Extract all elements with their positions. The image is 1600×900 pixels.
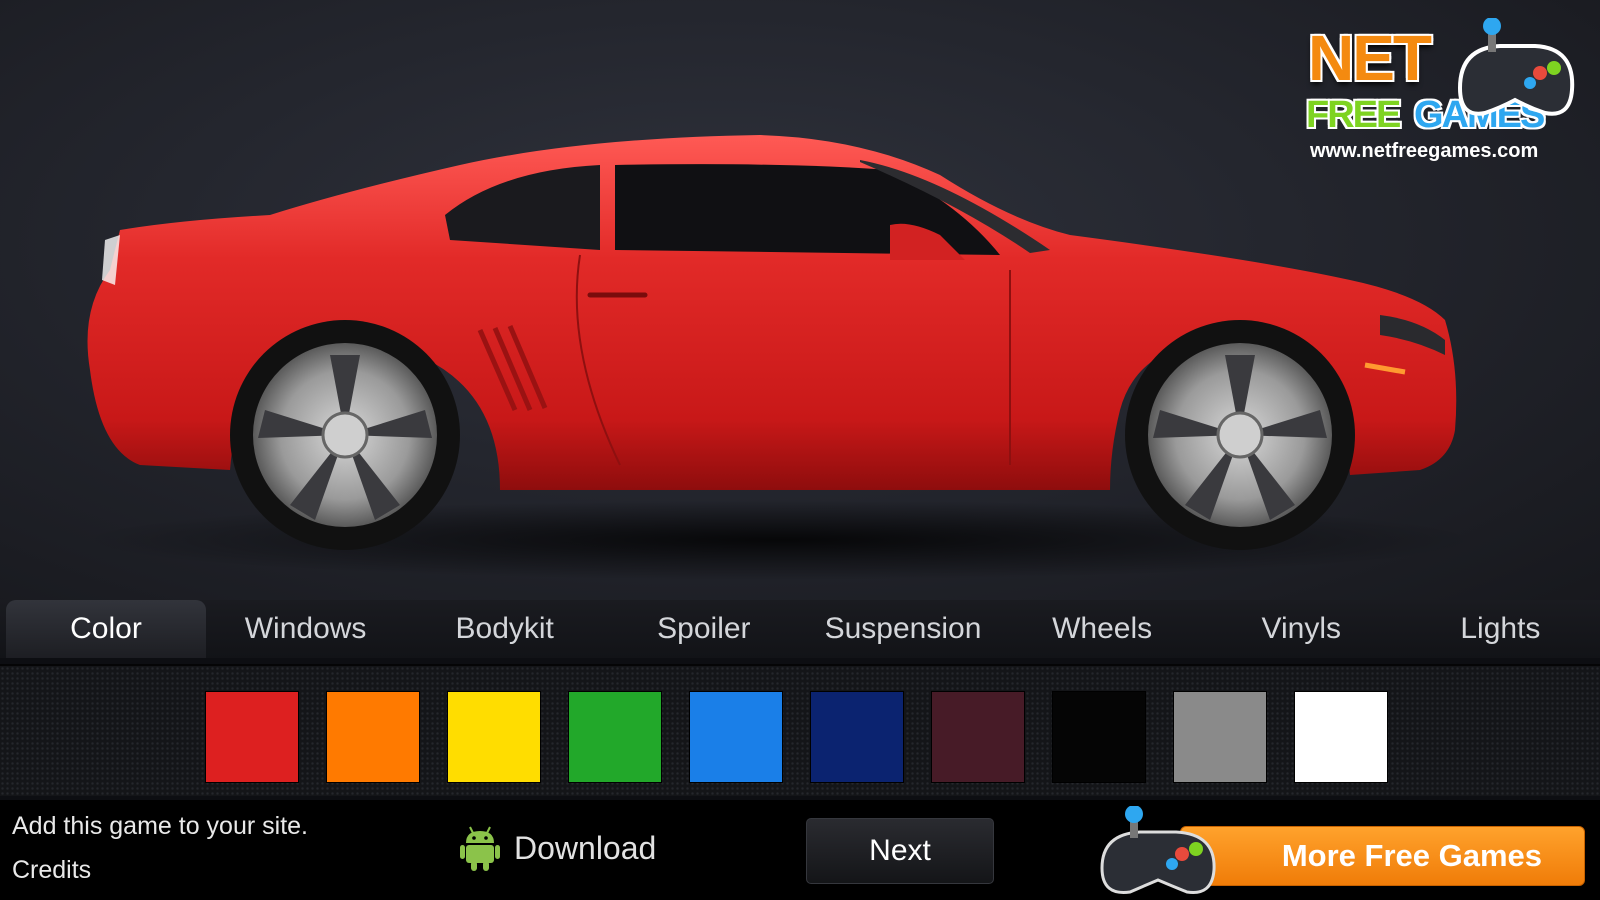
color-swatch[interactable] bbox=[448, 692, 540, 782]
logo-free-text: FREE bbox=[1306, 94, 1401, 136]
color-swatches bbox=[206, 692, 1387, 782]
credits-link[interactable]: Credits bbox=[12, 856, 91, 885]
next-button[interactable]: Next bbox=[806, 818, 994, 884]
color-swatch[interactable] bbox=[206, 692, 298, 782]
tab-vinyls[interactable]: Vinyls bbox=[1202, 600, 1401, 658]
tab-color[interactable]: Color bbox=[6, 600, 206, 658]
footer-bar: Add this game to your site. Credits Down… bbox=[0, 800, 1600, 900]
color-swatch[interactable] bbox=[569, 692, 661, 782]
tab-windows[interactable]: Windows bbox=[206, 600, 405, 658]
tab-bodykit[interactable]: Bodykit bbox=[405, 600, 604, 658]
tab-lights[interactable]: Lights bbox=[1401, 600, 1600, 658]
color-swatch[interactable] bbox=[1053, 692, 1145, 782]
color-swatch[interactable] bbox=[932, 692, 1024, 782]
gamepad-icon bbox=[1100, 806, 1216, 895]
color-panel bbox=[0, 664, 1600, 796]
tab-wheels[interactable]: Wheels bbox=[1003, 600, 1202, 658]
tab-spoiler[interactable]: Spoiler bbox=[604, 600, 803, 658]
site-logo[interactable]: NET FREE GAMES www.netfreegames.com bbox=[1300, 18, 1590, 168]
color-swatch[interactable] bbox=[1174, 692, 1266, 782]
android-icon bbox=[460, 826, 500, 871]
color-swatch[interactable] bbox=[327, 692, 419, 782]
front-wheel bbox=[1125, 320, 1355, 550]
tab-suspension[interactable]: Suspension bbox=[803, 600, 1002, 658]
color-swatch[interactable] bbox=[811, 692, 903, 782]
logo-url: www.netfreegames.com bbox=[1310, 140, 1539, 162]
gamepad-icon bbox=[1457, 18, 1575, 116]
game-stage: NET FREE GAMES www.netfreegames.com bbox=[0, 0, 1600, 610]
download-label: Download bbox=[514, 829, 657, 866]
more-free-games-button[interactable]: More Free Games bbox=[1180, 826, 1585, 886]
customization-tabs: Color Windows Bodykit Spoiler Suspension… bbox=[0, 600, 1600, 658]
color-swatch[interactable] bbox=[1295, 692, 1387, 782]
rear-wheel bbox=[230, 320, 460, 550]
logo-net-text: NET bbox=[1308, 22, 1432, 94]
car-preview bbox=[80, 135, 1480, 580]
add-game-link[interactable]: Add this game to your site. bbox=[12, 812, 308, 841]
color-swatch[interactable] bbox=[690, 692, 782, 782]
download-button[interactable]: Download bbox=[460, 822, 656, 874]
